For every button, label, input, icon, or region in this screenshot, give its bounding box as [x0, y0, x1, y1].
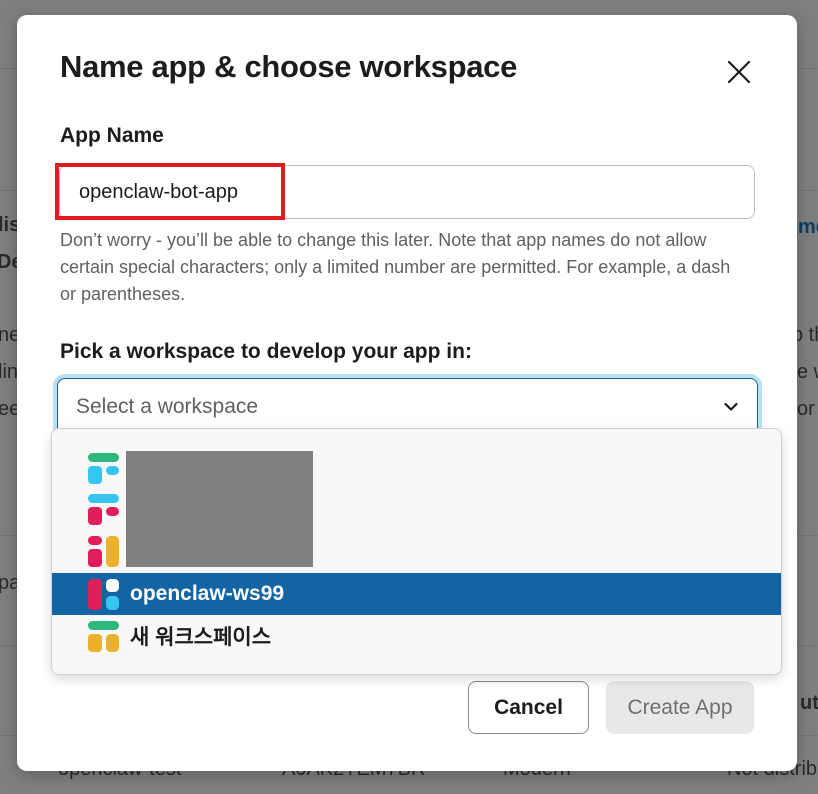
bg-text-fragment: ut [800, 692, 818, 714]
bg-text-fragment: lin [0, 361, 19, 383]
cancel-button[interactable]: Cancel [468, 681, 589, 734]
slack-workspace-icon [88, 578, 119, 610]
chevron-down-icon [723, 399, 739, 415]
workspace-dropdown: openclaw-ws99 새 워크스페이스 [51, 428, 782, 675]
create-app-button[interactable]: Create App [606, 681, 754, 734]
workspace-option-label: openclaw-ws99 [130, 582, 285, 605]
app-name-help-text: Don’t worry - you’ll be able to change t… [60, 230, 731, 304]
workspace-option-openclaw-ws99[interactable]: openclaw-ws99 [52, 573, 781, 615]
workspace-label: Pick a workspace to develop your app in: [60, 340, 472, 363]
workspace-option-label: 새 워크스페이스 [130, 626, 272, 649]
slack-workspace-icon [88, 620, 119, 652]
workspace-select-placeholder: Select a workspace [76, 395, 259, 418]
modal-title: Name app & choose workspace [60, 49, 518, 84]
bg-text-fragment: or [797, 398, 815, 420]
app-name-label: App Name [60, 124, 164, 147]
slack-workspace-icon[interactable] [88, 536, 119, 567]
slack-workspace-icon[interactable] [88, 453, 119, 484]
redacted-workspace-names [126, 451, 313, 567]
bg-link-fragment: me [798, 216, 818, 238]
workspace-option-new-workspace[interactable]: 새 워크스페이스 [52, 615, 781, 657]
close-icon [727, 60, 751, 84]
close-button[interactable] [722, 55, 756, 89]
bg-text-fragment: e w [797, 361, 818, 383]
slack-workspace-icon[interactable] [88, 494, 119, 525]
app-name-input[interactable] [59, 165, 755, 219]
